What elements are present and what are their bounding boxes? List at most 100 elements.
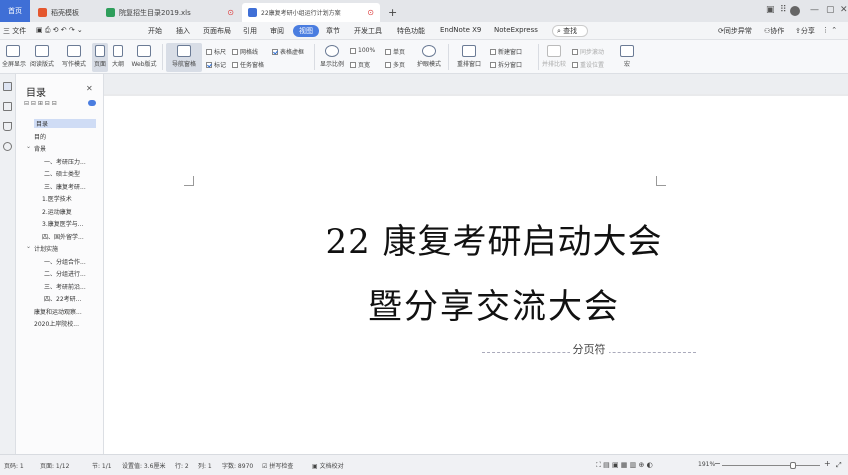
- toc-item[interactable]: 计划实施: [34, 244, 58, 253]
- toc-item[interactable]: 三、考研前沿...: [44, 282, 86, 291]
- menu-review[interactable]: 审阅: [270, 26, 284, 36]
- toc-toggle-icon[interactable]: [88, 100, 96, 106]
- close-icon[interactable]: ✕: [86, 84, 93, 93]
- tab-active-document[interactable]: 22康复考研小组运行计划方案 ⊙: [242, 3, 380, 22]
- window-layout-icon[interactable]: ▣: [766, 5, 775, 15]
- search-icon[interactable]: [3, 142, 12, 151]
- menu-developer[interactable]: 开发工具: [354, 26, 382, 36]
- page-width-button[interactable]: 页宽: [350, 60, 370, 69]
- toc-pane-icon[interactable]: [3, 82, 12, 91]
- zoom-slider-thumb[interactable]: [789, 462, 796, 469]
- menu-start[interactable]: 开始: [148, 26, 162, 36]
- toc-item[interactable]: 2020上岸院校...: [34, 319, 79, 328]
- tab-docer-templates[interactable]: 稻壳模板: [32, 3, 98, 22]
- table-gridlines-checkbox[interactable]: 表格虚框: [272, 47, 304, 56]
- single-page-button[interactable]: 单页: [385, 47, 405, 56]
- markup-checkbox[interactable]: 标记: [206, 60, 226, 69]
- expand-chevron-icon[interactable]: ⌄: [26, 243, 31, 250]
- zoom-in-icon[interactable]: +: [824, 459, 831, 468]
- nav-pane-button[interactable]: 导航窗格: [166, 43, 202, 72]
- view-mode-icons[interactable]: ⛶ ▤ ▣ ▦ ▥ ⊕ ◐: [596, 461, 653, 470]
- toc-item[interactable]: 二、分组进行...: [44, 269, 86, 278]
- menu-view[interactable]: 视图: [293, 25, 319, 37]
- reading-mode-button[interactable]: 阅读版式: [28, 45, 56, 68]
- outline-view-button[interactable]: 大纲: [110, 45, 126, 68]
- document-title-line2[interactable]: 暨分享交流大会: [314, 279, 674, 328]
- zoom-out-icon[interactable]: −: [714, 459, 721, 468]
- ruler-checkbox[interactable]: 标尺: [206, 47, 226, 56]
- toc-item[interactable]: 目的: [34, 132, 46, 141]
- toc-item[interactable]: 背景: [34, 144, 46, 153]
- menu-page-layout[interactable]: 页面布局: [203, 26, 231, 36]
- writing-mode-button[interactable]: 写作模式: [60, 45, 88, 68]
- document-page[interactable]: 22 康复考研启动大会 暨分享交流大会 分页符: [104, 96, 848, 454]
- status-setting[interactable]: 设置值: 3.6厘米: [122, 461, 165, 470]
- multi-page-button[interactable]: 多页: [385, 60, 405, 69]
- expand-chevron-icon[interactable]: ⌄: [26, 143, 31, 150]
- status-word-count[interactable]: 字数: 8970: [222, 461, 253, 470]
- collab-button[interactable]: ⚇协作: [764, 26, 784, 36]
- page-view-button[interactable]: 页面: [92, 43, 108, 72]
- zoom-ratio-button[interactable]: 显示比例: [318, 45, 346, 68]
- reset-position-button[interactable]: 重设位置: [572, 60, 604, 69]
- eye-mode-button[interactable]: 护眼模式: [414, 45, 444, 68]
- rearrange-window-button[interactable]: 重排窗口: [452, 45, 486, 68]
- zoom-100-button[interactable]: 100%: [350, 47, 375, 54]
- fullscreen-button[interactable]: 全屏显示: [2, 45, 26, 68]
- toc-item[interactable]: 四、国外留学...: [42, 232, 84, 241]
- minimize-icon[interactable]: —: [810, 5, 819, 15]
- unsaved-close-icon[interactable]: ⊙: [367, 8, 374, 17]
- close-icon[interactable]: ✕: [840, 5, 848, 15]
- toc-item[interactable]: 一、考研压力...: [44, 157, 86, 166]
- grid-icon[interactable]: ⠿: [780, 5, 787, 15]
- search-box[interactable]: ⌕ 查找: [552, 25, 589, 37]
- toc-item[interactable]: 三、康复考研...: [44, 182, 86, 191]
- fit-window-icon[interactable]: ⤢: [836, 461, 842, 470]
- toc-item[interactable]: 二、硕士类型: [44, 169, 80, 178]
- web-view-button[interactable]: Web版式: [130, 45, 158, 68]
- gridlines-checkbox[interactable]: 网格线: [232, 47, 258, 56]
- toc-item[interactable]: 目录: [34, 119, 96, 128]
- split-window-button[interactable]: 拆分窗口: [490, 60, 522, 69]
- menu-endnote[interactable]: EndNote X9: [440, 26, 481, 34]
- tab-xls-file[interactable]: 院复招生目录2019.xls ⊙: [100, 3, 240, 22]
- chapter-icon[interactable]: [3, 102, 12, 111]
- menu-noteexpress[interactable]: NoteExpress: [494, 26, 538, 34]
- toc-item[interactable]: 康复和运动观察...: [34, 307, 82, 316]
- proofread-button[interactable]: ▣ 文档校对: [312, 461, 344, 470]
- menu-references[interactable]: 引用: [243, 26, 257, 36]
- spell-check-toggle[interactable]: ☑ 拼写检查: [262, 461, 293, 470]
- toc-item[interactable]: 2.运动康复: [42, 207, 72, 216]
- file-menu[interactable]: 三 文件: [3, 26, 26, 36]
- new-tab-button[interactable]: +: [382, 3, 400, 22]
- toc-level-icons[interactable]: ⊟ ⊟ ⊞ ⊟ ⊟: [24, 100, 57, 107]
- zoom-slider-track[interactable]: [722, 465, 820, 466]
- sync-status-button[interactable]: ⟳同步异常: [718, 26, 752, 36]
- avatar[interactable]: [790, 6, 800, 16]
- maximize-icon[interactable]: ▢: [826, 5, 835, 15]
- toc-item[interactable]: 四、22考研...: [44, 294, 81, 303]
- menu-features[interactable]: 特色功能: [397, 26, 425, 36]
- macro-button[interactable]: 宏: [618, 45, 636, 68]
- share-button[interactable]: ⇪分享: [795, 26, 815, 36]
- document-title-line1[interactable]: 22 康复考研启动大会: [314, 214, 674, 263]
- menu-insert[interactable]: 插入: [176, 26, 190, 36]
- quick-access-icons[interactable]: ▣ ⎙ ⟲ ↶ ↷ ⌄: [36, 26, 83, 35]
- unsaved-close-icon[interactable]: ⊙: [227, 8, 234, 17]
- tab-home[interactable]: 首页: [0, 0, 30, 22]
- status-section[interactable]: 节: 1/1: [92, 461, 112, 470]
- toc-item[interactable]: 一、分组合作...: [44, 257, 86, 266]
- zoom-level[interactable]: 191%: [698, 461, 715, 468]
- new-window-button[interactable]: 新建窗口: [490, 47, 522, 56]
- status-page-number[interactable]: 页码: 1: [4, 461, 24, 470]
- side-by-side-button[interactable]: 并排比较: [540, 45, 568, 68]
- status-row[interactable]: 行: 2: [175, 461, 189, 470]
- bookmark-icon[interactable]: [3, 122, 12, 131]
- status-page[interactable]: 页面: 1/12: [40, 461, 69, 470]
- toc-item[interactable]: 3.康复医学与...: [42, 219, 83, 228]
- menu-chapter[interactable]: 章节: [326, 26, 340, 36]
- status-column[interactable]: 列: 1: [198, 461, 212, 470]
- taskpane-checkbox[interactable]: 任务窗格: [232, 60, 264, 69]
- toc-item[interactable]: 1.医学技术: [42, 194, 72, 203]
- sync-scroll-button[interactable]: 同步滚动: [572, 47, 604, 56]
